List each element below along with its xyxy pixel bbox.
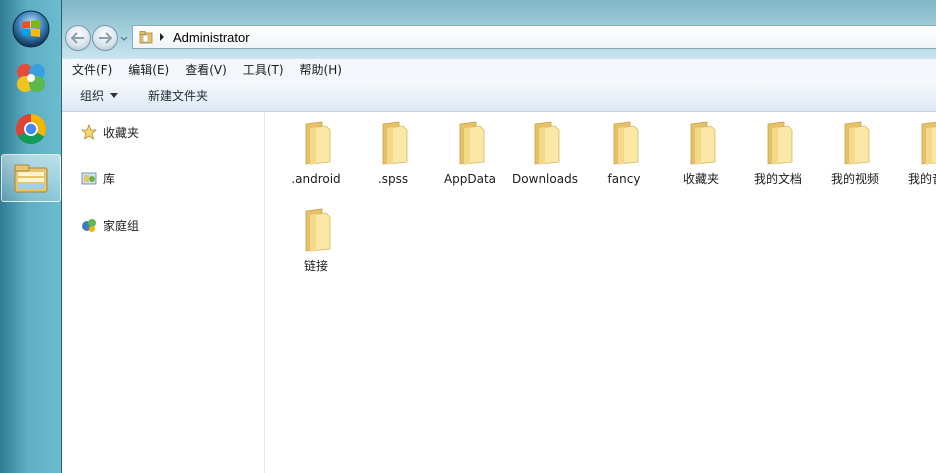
title-bar: Administrator — [62, 0, 936, 58]
navigation-pane: 收藏夹 库 家庭组 — [62, 112, 265, 473]
new-folder-button[interactable]: 新建文件夹 — [148, 87, 208, 104]
nav-item-label: 家庭组 — [103, 218, 140, 233]
breadcrumb-arrow-icon[interactable] — [159, 33, 165, 41]
nav-item-label: 库 — [103, 171, 116, 186]
folder-icon — [844, 121, 870, 165]
taskbar-app-button[interactable] — [6, 55, 56, 101]
folder-item[interactable]: 我的文档 — [740, 120, 816, 187]
back-button[interactable] — [65, 25, 91, 51]
taskbar-explorer-button[interactable] — [1, 154, 61, 202]
folder-item[interactable]: AppData — [432, 120, 508, 187]
folder-name: .spss — [377, 172, 409, 186]
folder-name: 我的文档 — [753, 172, 802, 186]
folder-name: 链接 — [303, 259, 328, 273]
folder-name: 我的视频 — [830, 172, 879, 186]
taskbar-chrome-button[interactable] — [6, 106, 56, 152]
menu-bar: 文件(F) 编辑(E) 查看(V) 工具(T) 帮助(H) — [62, 58, 936, 80]
folder-icon — [921, 121, 936, 165]
folder-icon — [690, 121, 716, 165]
folder-item[interactable]: 我的视频 — [817, 120, 893, 187]
start-button[interactable] — [6, 6, 56, 52]
new-folder-label: 新建文件夹 — [148, 89, 209, 103]
folder-item[interactable]: 收藏夹 — [663, 120, 739, 187]
nav-item-libraries[interactable]: 库 — [81, 169, 115, 187]
folder-icon — [382, 121, 408, 165]
address-bar[interactable]: Administrator — [132, 25, 936, 49]
library-icon — [81, 172, 97, 185]
chevron-down-icon — [110, 93, 119, 98]
recent-pages-chevron-down-icon[interactable] — [120, 33, 128, 43]
organize-button[interactable]: 组织 — [80, 87, 119, 104]
menu-file[interactable]: 文件(F) — [72, 61, 112, 78]
command-bar: 组织 新建文件夹 — [62, 80, 936, 112]
star-icon — [81, 124, 97, 140]
folder-name: fancy — [607, 172, 641, 186]
folder-item[interactable]: .android — [278, 120, 354, 187]
folder-name: Downloads — [512, 172, 578, 186]
forward-button[interactable] — [92, 25, 118, 51]
folder-item[interactable]: 链接 — [278, 207, 354, 274]
homegroup-icon — [82, 219, 96, 232]
folder-name: AppData — [443, 172, 497, 186]
folder-item[interactable]: fancy — [586, 120, 662, 187]
explorer-window: Administrator 文件(F) 编辑(E) 查看(V) 工具(T) 帮助… — [62, 0, 936, 473]
folder-icon — [613, 121, 639, 165]
menu-tools[interactable]: 工具(T) — [243, 61, 284, 78]
folder-name: 收藏夹 — [682, 172, 719, 186]
arrow-left-icon — [71, 32, 84, 44]
folder-location-icon — [139, 31, 153, 44]
app-pinwheel-icon — [17, 64, 45, 92]
breadcrumb-location[interactable]: Administrator — [173, 30, 250, 45]
nav-item-favorites[interactable]: 收藏夹 — [81, 123, 139, 141]
folder-name: 我的音乐 — [907, 172, 936, 186]
folder-icon — [459, 121, 485, 165]
arrow-right-icon — [99, 32, 112, 44]
organize-label: 组织 — [80, 89, 105, 103]
windows-start-icon — [12, 10, 50, 48]
explorer-icon — [14, 164, 48, 193]
folder-name: .android — [291, 172, 341, 186]
menu-edit[interactable]: 编辑(E) — [128, 61, 169, 78]
menu-help[interactable]: 帮助(H) — [300, 61, 342, 78]
folder-icon — [534, 121, 560, 165]
folder-icon — [305, 121, 331, 165]
nav-item-homegroup[interactable]: 家庭组 — [81, 216, 139, 234]
nav-item-label: 收藏夹 — [103, 125, 140, 140]
folder-item[interactable]: .spss — [355, 120, 431, 187]
folder-item[interactable]: Downloads — [509, 120, 581, 187]
folder-item[interactable]: 我的音乐 — [894, 120, 936, 187]
folder-icon — [305, 208, 331, 252]
file-list: .android .spss AppData Downloads fancy 收… — [266, 112, 936, 473]
chrome-icon — [15, 114, 47, 145]
menu-view[interactable]: 查看(V) — [185, 61, 227, 78]
folder-icon — [767, 121, 793, 165]
taskbar — [0, 0, 62, 473]
